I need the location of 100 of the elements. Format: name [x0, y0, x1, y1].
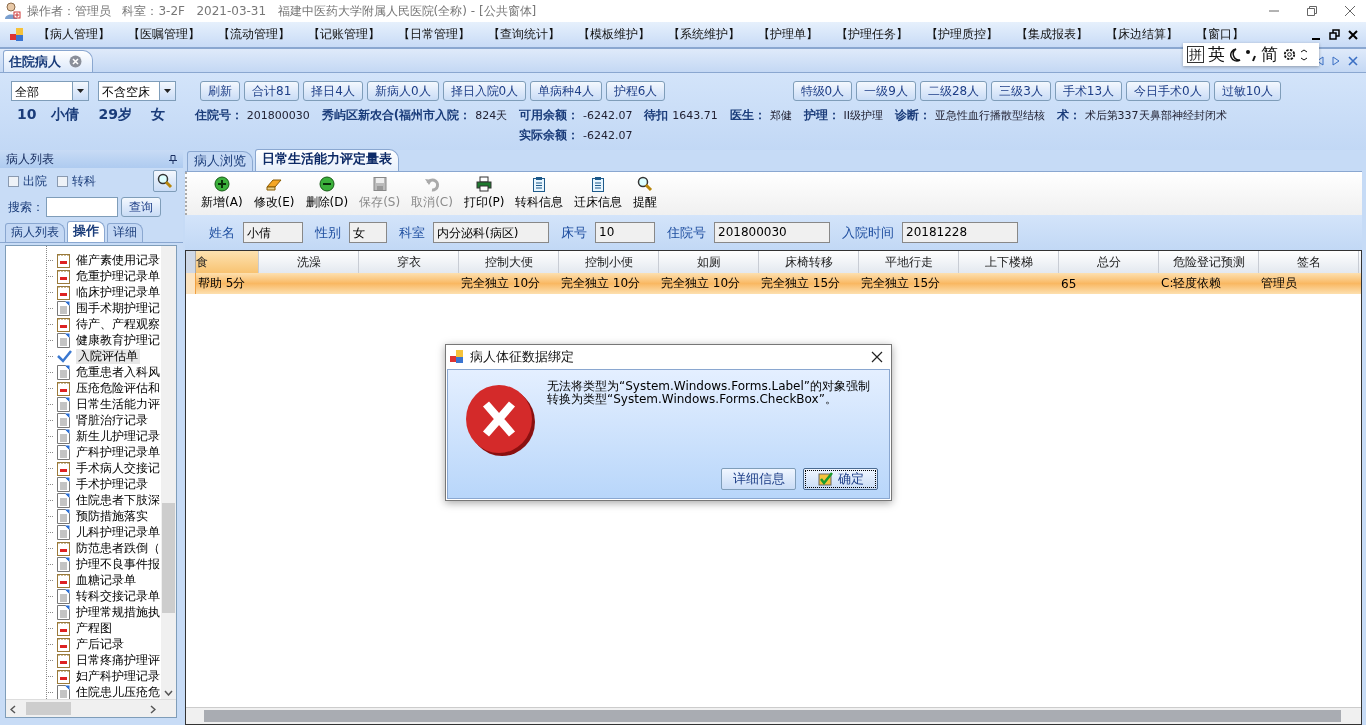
- tree-item[interactable]: 血糖记录单: [74, 572, 138, 588]
- panel-tab[interactable]: 详细: [107, 223, 143, 242]
- tree-item[interactable]: 住院患者下肢深: [74, 492, 162, 508]
- tree-item[interactable]: 催产素使用记录: [74, 252, 162, 268]
- panel-tab[interactable]: 操作: [67, 221, 105, 242]
- filter-button[interactable]: 一级9人: [856, 81, 916, 101]
- filter-button[interactable]: 过敏10人: [1213, 81, 1281, 101]
- toolbar-button[interactable]: 迁床信息: [574, 176, 623, 211]
- script-toggle[interactable]: 简: [1261, 43, 1278, 66]
- menu-item[interactable]: 【床边结算】: [1106, 26, 1178, 43]
- query-button[interactable]: 查询: [121, 197, 161, 217]
- text-field[interactable]: 内分泌科(病区): [433, 222, 549, 243]
- text-field[interactable]: 小倩: [243, 222, 303, 243]
- tree-item[interactable]: 入院评估单: [76, 348, 140, 364]
- menu-item[interactable]: 【系统维护】: [668, 26, 740, 43]
- tree-item[interactable]: 住院患儿压疮危: [74, 684, 162, 700]
- restore-icon[interactable]: [1329, 29, 1340, 40]
- tree-item[interactable]: 产程图: [74, 620, 114, 636]
- scroll-thumb[interactable]: [204, 710, 1341, 722]
- menu-item[interactable]: 【集成报表】: [1016, 26, 1088, 43]
- tree-item[interactable]: 预防措施落实: [74, 508, 150, 524]
- checkbox[interactable]: [57, 175, 68, 187]
- tree-item[interactable]: 妇产科护理记录: [74, 668, 162, 684]
- dropdown[interactable]: 全部: [11, 81, 89, 101]
- menu-item[interactable]: 【护理单】: [758, 26, 818, 43]
- punctuation-icon[interactable]: [1245, 47, 1257, 62]
- content-tab[interactable]: 日常生活能力评定量表: [255, 149, 399, 171]
- filter-button[interactable]: 择日4人: [303, 81, 363, 101]
- tree-item[interactable]: 手术护理记录: [74, 476, 150, 492]
- text-field[interactable]: 20181228: [902, 222, 1018, 243]
- scroll-left-icon[interactable]: [1316, 55, 1324, 66]
- menu-item[interactable]: 【流动管理】: [218, 26, 290, 43]
- close-icon[interactable]: [1348, 29, 1358, 40]
- caret-icon[interactable]: [164, 89, 171, 93]
- toolbar-button[interactable]: 新增(A): [201, 176, 243, 211]
- settings-icon[interactable]: [1282, 47, 1297, 62]
- scrollbar[interactable]: [161, 246, 176, 701]
- scroll-left-icon[interactable]: [10, 705, 16, 714]
- tree-item[interactable]: 转科交接记录单: [74, 588, 162, 604]
- tree-item[interactable]: 健康教育护理记: [74, 332, 162, 348]
- tree-item[interactable]: 护理常规措施执: [74, 604, 162, 620]
- content-tab[interactable]: 病人浏览: [187, 151, 253, 171]
- toolbar-button[interactable]: 删除(D): [305, 176, 349, 211]
- tree-item[interactable]: 新生儿护理记录: [74, 428, 162, 444]
- text-field[interactable]: 10: [595, 222, 655, 243]
- tree-item[interactable]: 产后记录: [74, 636, 126, 652]
- tree-item[interactable]: 危重护理记录单: [74, 268, 162, 284]
- document-tab[interactable]: 住院病人: [3, 50, 93, 72]
- filter-button[interactable]: 择日入院0人: [442, 81, 527, 101]
- filter-button[interactable]: 单病种4人: [530, 81, 602, 101]
- scroll-thumb[interactable]: [26, 702, 71, 715]
- filter-button[interactable]: 三级3人: [991, 81, 1051, 101]
- filter-button[interactable]: 二级28人: [919, 81, 988, 101]
- menu-item[interactable]: 【护理任务】: [836, 26, 908, 43]
- tree-item[interactable]: 护理不良事件报: [74, 556, 162, 572]
- input-mode-button[interactable]: 拼: [1187, 46, 1204, 63]
- close-icon[interactable]: [871, 351, 883, 363]
- toolbar-button[interactable]: 修改(E): [253, 176, 295, 211]
- menu-item[interactable]: 【护理质控】: [926, 26, 998, 43]
- search-field[interactable]: [46, 197, 118, 217]
- tree-item[interactable]: 儿科护理记录单: [74, 524, 162, 540]
- tree-item[interactable]: 压疮危险评估和: [74, 380, 162, 396]
- dialog-button[interactable]: 确定: [803, 468, 878, 490]
- checkbox[interactable]: [8, 175, 19, 187]
- scroll-right-icon[interactable]: [1332, 55, 1340, 66]
- text-field[interactable]: 女: [349, 222, 387, 243]
- toolbar-button[interactable]: 提醒: [633, 176, 658, 211]
- menu-item[interactable]: 【记账管理】: [308, 26, 380, 43]
- tree-item[interactable]: 临床护理记录单: [74, 284, 162, 300]
- tree-item[interactable]: 产科护理记录单: [74, 444, 162, 460]
- toolbar-button[interactable]: 转科信息: [515, 176, 564, 211]
- tree-item[interactable]: 肾脏治疗记录: [74, 412, 150, 428]
- table-row[interactable]: 帮助 5分 完全独立 10分 完全独立 10分 完全独立 10分 完全独立 15分 完全独立 15分 65 C:轻度依赖 管理员: [186, 273, 1361, 294]
- scroll-thumb[interactable]: [162, 503, 175, 613]
- scroll-down-icon[interactable]: [164, 690, 173, 696]
- menu-item[interactable]: 【医嘱管理】: [128, 26, 200, 43]
- menu-item[interactable]: 【日常管理】: [398, 26, 470, 43]
- filter-button[interactable]: 今日手术0人: [1126, 81, 1210, 101]
- tree-item[interactable]: 危重患者入科风: [74, 364, 162, 380]
- filter-button[interactable]: 合计81: [244, 81, 300, 101]
- menu-item[interactable]: 【模板维护】: [578, 26, 650, 43]
- tree-item[interactable]: 围手术期护理记: [74, 300, 162, 316]
- tree-item[interactable]: 防范患者跌倒（: [74, 540, 162, 556]
- menu-item[interactable]: 【窗口】: [1196, 26, 1244, 43]
- tree-item[interactable]: 日常疼痛护理评: [74, 652, 162, 668]
- panel-tab[interactable]: 病人列表: [5, 223, 65, 242]
- menu-item[interactable]: 【病人管理】: [38, 26, 110, 43]
- column-header[interactable]: 食: [196, 251, 259, 273]
- search-button[interactable]: [153, 170, 177, 192]
- scrollbar[interactable]: [186, 707, 1361, 724]
- moon-icon[interactable]: [1229, 47, 1241, 62]
- tree-item[interactable]: 手术病人交接记: [74, 460, 162, 476]
- filter-button[interactable]: 特级0人: [792, 81, 853, 101]
- scroll-right-icon[interactable]: [150, 705, 156, 714]
- filter-button[interactable]: 刷新: [200, 81, 240, 101]
- filter-button[interactable]: 护程6人: [605, 81, 666, 101]
- tree-item[interactable]: 日常生活能力评: [74, 396, 162, 412]
- language-toggle[interactable]: 英: [1208, 43, 1225, 66]
- filter-button[interactable]: 手术13人: [1054, 81, 1123, 101]
- text-field[interactable]: 201800030: [714, 222, 830, 243]
